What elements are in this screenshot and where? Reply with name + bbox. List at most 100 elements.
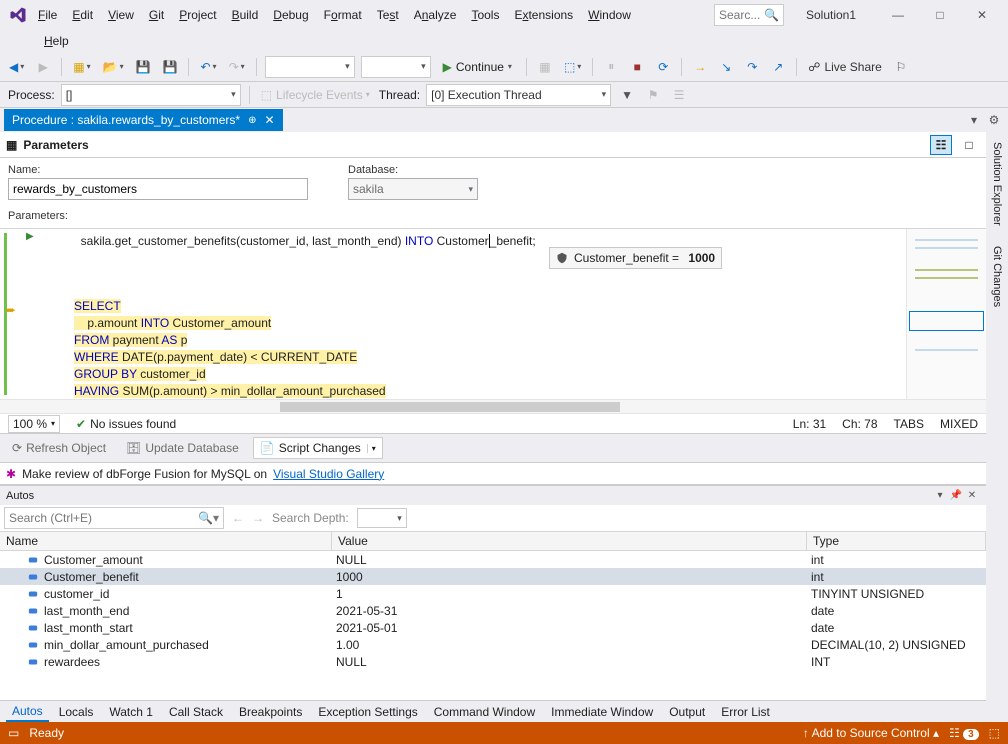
menu-tools[interactable]: Tools (465, 6, 505, 24)
name-input[interactable] (8, 178, 308, 200)
menu-edit[interactable]: Edit (66, 6, 99, 24)
undo-button[interactable]: ↶ (197, 56, 219, 78)
autos-row[interactable]: last_month_start2021-05-01date (0, 619, 986, 636)
tab-locals[interactable]: Locals (53, 703, 100, 721)
minimap[interactable] (906, 229, 986, 399)
tab-overflow-button[interactable]: ▾ (964, 113, 984, 127)
pause-button[interactable]: ⏸ (601, 56, 621, 78)
menu-help[interactable]: Help (38, 32, 75, 50)
tab-autos[interactable]: Autos (6, 702, 49, 722)
close-tab-icon[interactable]: ✕ (265, 113, 275, 127)
add-source-control-button[interactable]: ↑ Add to Source Control ▴ (803, 726, 939, 740)
nav-fwd-button[interactable]: ▶ (33, 56, 53, 78)
col-name[interactable]: Name (0, 532, 332, 550)
mixed-mode[interactable]: MIXED (940, 417, 978, 431)
menu-debug[interactable]: Debug (267, 6, 314, 24)
update-database-button[interactable]: 🗄Update Database (120, 437, 245, 459)
thread-combo[interactable]: [0] Execution Thread▾ (426, 84, 611, 106)
menu-analyze[interactable]: Analyze (408, 6, 463, 24)
debug-tooltip[interactable]: Customer_benefit = 1000 (549, 247, 722, 269)
show-next-statement-button[interactable]: → (690, 56, 710, 78)
filter-threads-button[interactable]: ▼ (617, 84, 637, 106)
step-into-button[interactable]: ↘ (716, 56, 736, 78)
menu-test[interactable]: Test (371, 6, 405, 24)
notifications-button[interactable]: ☷ 3 (949, 726, 979, 740)
editor-gutter[interactable]: ▶ ➨ (0, 229, 44, 399)
execute-glyph-icon[interactable]: ▶ (26, 231, 34, 242)
minimize-button[interactable]: — (878, 1, 918, 29)
col-value[interactable]: Value (332, 532, 807, 550)
nav-back-button[interactable]: ◀ (6, 56, 27, 78)
autos-row[interactable]: Customer_benefit1000int (0, 568, 986, 585)
promo-link[interactable]: Visual Studio Gallery (273, 467, 384, 481)
tabs-mode[interactable]: TABS (894, 417, 924, 431)
tab-output[interactable]: Output (663, 703, 711, 721)
side-tab-git-changes[interactable]: Git Changes (989, 242, 1005, 311)
live-share-button[interactable]: ☍Live Share (805, 56, 885, 78)
maximize-button[interactable]: □ (920, 1, 960, 29)
debug-menu-button[interactable]: ⬚ (561, 56, 584, 78)
tab-callstack[interactable]: Call Stack (163, 703, 229, 721)
stack-frame-button[interactable]: ☰ (669, 84, 689, 106)
process-combo[interactable]: []▾ (61, 84, 241, 106)
search-next-button[interactable]: → (252, 511, 264, 525)
issues-status[interactable]: ✔ No issues found (76, 417, 176, 431)
new-project-button[interactable]: ▦ (70, 56, 93, 78)
tab-command-window[interactable]: Command Window (428, 703, 541, 721)
side-tab-solution-explorer[interactable]: Solution Explorer (989, 138, 1005, 230)
menu-view[interactable]: View (102, 6, 140, 24)
tab-exception-settings[interactable]: Exception Settings (312, 703, 423, 721)
autos-row[interactable]: last_month_end2021-05-31date (0, 602, 986, 619)
autos-close-icon[interactable]: ✕ (964, 490, 980, 501)
menu-build[interactable]: Build (226, 6, 265, 24)
view-maximize-button[interactable]: □ (958, 135, 980, 155)
save-all-button[interactable]: 💾 (160, 56, 181, 78)
lifecycle-events-button[interactable]: ⬚Lifecycle Events▾ (258, 84, 373, 106)
search-depth-combo[interactable]: ▾ (357, 508, 407, 528)
menu-window[interactable]: Window (582, 6, 637, 24)
col-type[interactable]: Type (807, 532, 986, 550)
autos-row[interactable]: rewardeesNULLINT (0, 653, 986, 670)
menu-format[interactable]: Format (318, 6, 368, 24)
flag-thread-button[interactable]: ⚑ (643, 84, 663, 106)
config-combo[interactable]: ▾ (265, 56, 355, 78)
tab-breakpoints[interactable]: Breakpoints (233, 703, 308, 721)
feedback-button[interactable]: ⚐ (891, 56, 911, 78)
script-changes-button[interactable]: 📄Script Changes▾ (253, 437, 383, 459)
autos-row[interactable]: min_dollar_amount_purchased1.00DECIMAL(1… (0, 636, 986, 653)
tab-watch1[interactable]: Watch 1 (103, 703, 159, 721)
document-tab[interactable]: Procedure : sakila.rewards_by_customers*… (4, 109, 283, 131)
refresh-object-button[interactable]: ⟳Refresh Object (6, 437, 112, 459)
continue-button[interactable]: ▶ Continue ▾ (437, 56, 518, 78)
editor-scrollbar[interactable] (0, 399, 986, 413)
redo-button[interactable]: ↷ (226, 56, 248, 78)
code-editor[interactable]: ▶ ➨ sakila.get_customer_benefits(custome… (0, 229, 986, 399)
menu-extensions[interactable]: Extensions (508, 6, 579, 24)
menu-file[interactable]: File (32, 6, 63, 24)
platform-combo[interactable]: ▾ (361, 56, 431, 78)
code-area[interactable]: sakila.get_customer_benefits(customer_id… (44, 229, 906, 399)
menu-project[interactable]: Project (173, 6, 222, 24)
menu-git[interactable]: Git (143, 6, 170, 24)
tab-error-list[interactable]: Error List (715, 703, 776, 721)
autos-row[interactable]: customer_id1TINYINT UNSIGNED (0, 585, 986, 602)
pin-icon[interactable]: ⊕ (248, 115, 256, 126)
autos-row[interactable]: Customer_amountNULLint (0, 551, 986, 568)
status-extra-button[interactable]: ⬚ (989, 726, 1000, 740)
search-prev-button[interactable]: ← (232, 511, 244, 525)
autos-dropdown-icon[interactable]: ▾ (932, 490, 948, 501)
database-select[interactable]: sakila▾ (348, 178, 478, 200)
save-button[interactable]: 💾 (133, 56, 154, 78)
tab-settings-button[interactable]: ⚙ (984, 113, 1004, 127)
step-out-button[interactable]: ↗ (768, 56, 788, 78)
close-button[interactable]: ✕ (962, 1, 1002, 29)
step-over-button[interactable]: ↷ (742, 56, 762, 78)
tab-immediate-window[interactable]: Immediate Window (545, 703, 659, 721)
view-form-button[interactable]: ☷ (930, 135, 952, 155)
open-button[interactable]: 📂 (100, 56, 127, 78)
solution-name[interactable]: Solution1 (786, 6, 876, 24)
stop-button[interactable]: ■ (627, 56, 647, 78)
debug-target-button[interactable]: ▦ (535, 56, 555, 78)
autos-pin-icon[interactable]: 📌 (948, 490, 964, 501)
restart-button[interactable]: ⟳ (653, 56, 673, 78)
